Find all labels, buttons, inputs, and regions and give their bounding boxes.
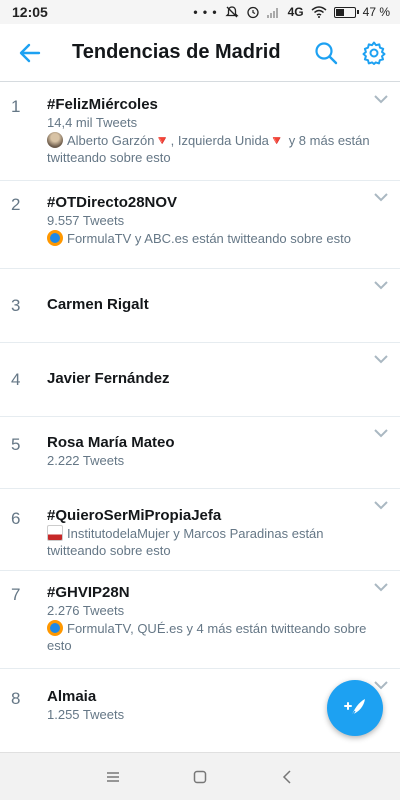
chevron-down-icon[interactable] (374, 95, 388, 104)
trend-item[interactable]: 1 #FelizMiércoles 14,4 mil Tweets Albert… (0, 83, 400, 181)
trend-item[interactable]: 3 Carmen Rigalt (0, 269, 400, 343)
search-icon (315, 41, 338, 64)
formulatv-avatar-icon (47, 230, 63, 246)
trend-rank: 7 (11, 585, 21, 604)
alarm-icon (246, 6, 259, 19)
trend-context-text: FormulaTV, QUÉ.es y 4 más están twittean… (47, 621, 367, 653)
trend-tweet-count: 2.276 Tweets (47, 603, 125, 618)
trend-rank: 3 (11, 296, 21, 315)
trend-context-text: FormulaTV y ABC.es están twitteando sobr… (67, 231, 351, 246)
settings-button[interactable] (350, 24, 398, 82)
chevron-down-icon[interactable] (374, 583, 388, 592)
trend-context-text: InstitutodelaMujer y Marcos Paradinas es… (47, 526, 324, 558)
trend-name[interactable]: Javier Fernández (47, 370, 370, 388)
trend-rank: 2 (11, 195, 21, 214)
trend-name[interactable]: Rosa María Mateo (47, 434, 370, 452)
system-back-button[interactable] (267, 757, 307, 797)
trend-tweet-count: 1.255 Tweets (47, 707, 125, 722)
mute-icon (225, 6, 239, 18)
compose-tweet-button[interactable] (327, 680, 383, 736)
trend-item[interactable]: 5 Rosa María Mateo 2.222 Tweets (0, 417, 400, 489)
trend-name[interactable]: #OTDirecto28NOV (47, 194, 370, 212)
trend-context: FormulaTV y ABC.es están twitteando sobr… (47, 230, 370, 247)
chevron-down-icon[interactable] (374, 501, 388, 510)
trend-name[interactable]: #GHVIP28N (47, 584, 370, 602)
battery-icon (333, 6, 359, 18)
notification-dots: • • • (193, 5, 218, 19)
trend-name[interactable]: #FelizMiércoles (47, 96, 370, 114)
status-time: 12:05 (12, 4, 48, 20)
recent-apps-button[interactable] (93, 757, 133, 797)
trend-rank: 4 (11, 370, 21, 389)
trend-context: FormulaTV, QUÉ.es y 4 más están twittean… (47, 620, 370, 654)
trend-name[interactable]: Almaia (47, 688, 370, 706)
trend-item[interactable]: 7 #GHVIP28N 2.276 Tweets FormulaTV, QUÉ.… (0, 571, 400, 669)
formulatv-avatar-icon (47, 620, 63, 636)
trend-item[interactable]: 6 #QuieroSerMiPropiaJefa InstitutodelaMu… (0, 489, 400, 571)
back-button[interactable] (0, 24, 60, 82)
chevron-down-icon[interactable] (374, 355, 388, 364)
gear-icon (362, 41, 386, 65)
signal-icon (266, 8, 278, 18)
trend-context: Alberto Garzón🔻, Izquierda Unida🔻 y 8 má… (47, 132, 370, 166)
home-button[interactable] (180, 757, 220, 797)
trend-context: InstitutodelaMujer y Marcos Paradinas es… (47, 525, 370, 559)
trends-list: 1 #FelizMiércoles 14,4 mil Tweets Albert… (0, 83, 400, 749)
search-button[interactable] (302, 24, 350, 82)
back-chevron-icon (282, 769, 291, 784)
home-square-icon (193, 770, 207, 783)
status-icons: • • • 4G 47 % (193, 5, 390, 19)
person-avatar-icon (47, 132, 63, 148)
chevron-down-icon[interactable] (374, 429, 388, 438)
battery-percent: 47 % (362, 5, 390, 19)
trend-context-text: Alberto Garzón🔻, Izquierda Unida🔻 y 8 má… (47, 133, 370, 165)
compose-feather-icon (344, 699, 365, 719)
trend-rank: 8 (11, 689, 21, 708)
trend-name[interactable]: Carmen Rigalt (47, 296, 370, 314)
trend-item[interactable]: 4 Javier Fernández (0, 343, 400, 417)
app-header: Tendencias de Madrid (0, 24, 400, 82)
trend-item[interactable]: 2 #OTDirecto28NOV 9.557 Tweets FormulaTV… (0, 181, 400, 269)
page-title: Tendencias de Madrid (72, 41, 281, 63)
back-arrow-icon (19, 43, 41, 62)
menu-icon (107, 771, 120, 782)
chevron-down-icon[interactable] (374, 193, 388, 202)
status-bar: 12:05 • • • 4G 47 % (0, 0, 400, 24)
trend-tweet-count: 2.222 Tweets (47, 453, 125, 468)
trend-rank: 1 (11, 97, 21, 116)
system-nav-bar (0, 752, 400, 800)
instituto-avatar-icon (47, 525, 63, 541)
wifi-icon (311, 6, 327, 18)
trend-tweet-count: 14,4 mil Tweets (47, 115, 138, 130)
trend-tweet-count: 9.557 Tweets (47, 213, 125, 228)
chevron-down-icon[interactable] (374, 281, 388, 290)
trend-name[interactable]: #QuieroSerMiPropiaJefa (47, 507, 370, 525)
network-type: 4G (287, 5, 304, 19)
trend-rank: 5 (11, 435, 21, 454)
trend-rank: 6 (11, 509, 21, 528)
